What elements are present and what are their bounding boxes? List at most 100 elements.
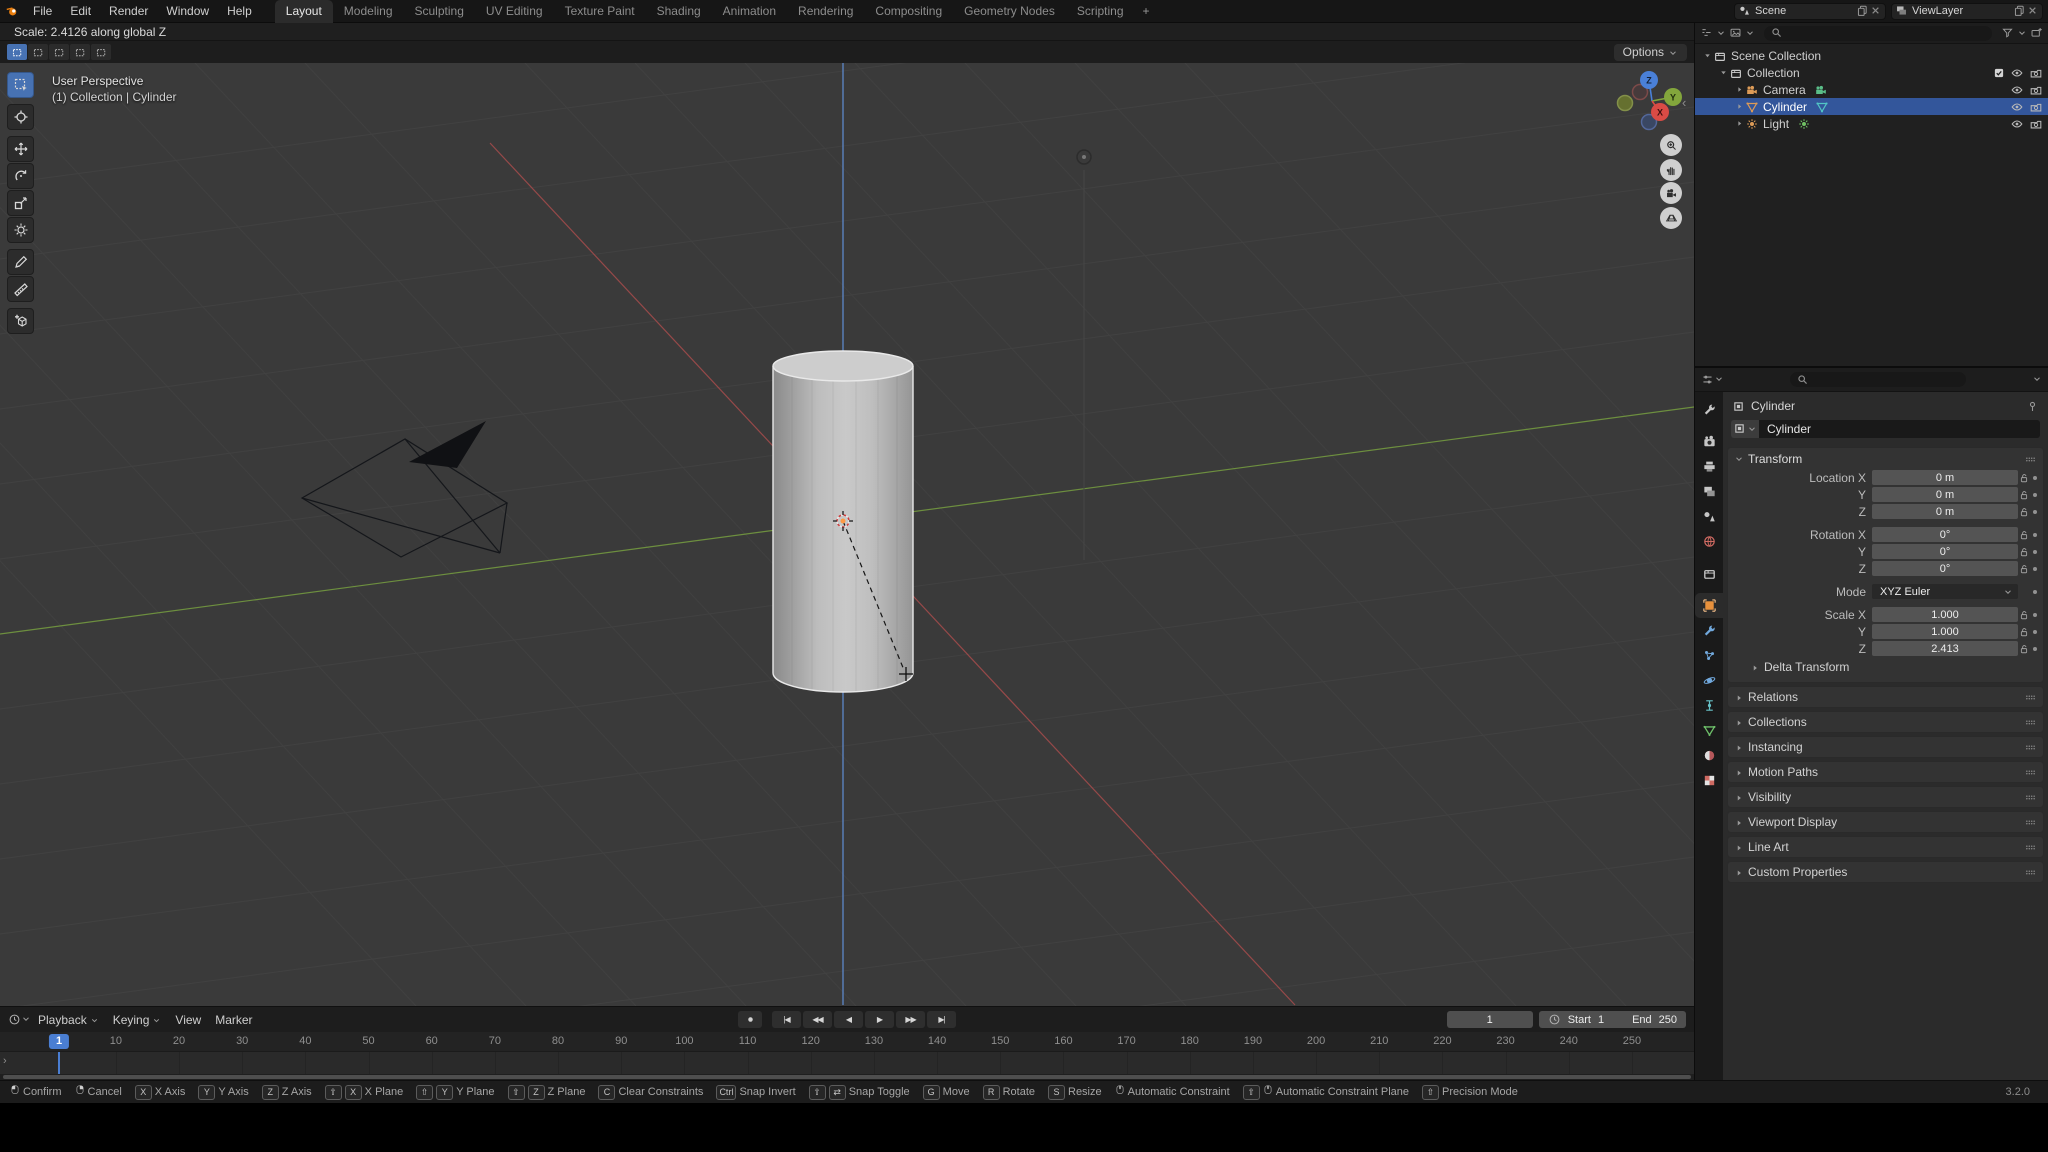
- timeline-menu-playback[interactable]: Playback: [31, 1013, 106, 1027]
- workspace-tab-texture-paint[interactable]: Texture Paint: [554, 0, 646, 23]
- pin-icon[interactable]: [2026, 399, 2039, 413]
- camera-view-button[interactable]: [1660, 182, 1682, 204]
- panel-visibility[interactable]: Visibility: [1727, 786, 2044, 808]
- workspace-tab-animation[interactable]: Animation: [712, 0, 787, 23]
- properties-tab-physics[interactable]: [1695, 668, 1723, 693]
- scene-selector[interactable]: Scene: [1734, 3, 1886, 20]
- workspace-tab-compositing[interactable]: Compositing: [864, 0, 953, 23]
- outliner-row-light[interactable]: Light: [1695, 115, 2048, 132]
- display-mode-icon[interactable]: [1729, 24, 1742, 42]
- eye-toggle-icon[interactable]: [2010, 99, 2024, 114]
- copy-icon[interactable]: [1856, 2, 1869, 20]
- workspace-tab-rendering[interactable]: Rendering: [787, 0, 864, 23]
- tool-move-button[interactable]: [7, 136, 34, 162]
- properties-tab-output[interactable]: [1695, 454, 1723, 479]
- panel-line-art[interactable]: Line Art: [1727, 836, 2044, 858]
- menu-edit[interactable]: Edit: [61, 0, 100, 22]
- start-value[interactable]: 1: [1598, 1014, 1604, 1026]
- tool-rotate-button[interactable]: [7, 163, 34, 189]
- panel-custom-properties[interactable]: Custom Properties: [1727, 861, 2044, 883]
- panel-collections[interactable]: Collections: [1727, 711, 2044, 733]
- add-workspace-button[interactable]: +: [1135, 0, 1158, 23]
- workspace-tab-layout[interactable]: Layout: [275, 0, 333, 23]
- jump-end-button[interactable]: ▶|: [927, 1011, 956, 1028]
- grip-icon[interactable]: [2024, 815, 2037, 829]
- properties-search-input[interactable]: [1790, 372, 1966, 387]
- next-keyframe-button[interactable]: ▶▶: [896, 1011, 925, 1028]
- animate-dot[interactable]: [2030, 550, 2039, 554]
- play-reverse-button[interactable]: ◀: [834, 1011, 863, 1028]
- workspace-tab-geometry-nodes[interactable]: Geometry Nodes: [953, 0, 1066, 23]
- viewport-canvas[interactable]: [0, 63, 1694, 1006]
- grip-icon[interactable]: [2024, 790, 2037, 804]
- value-field-rotation-x[interactable]: 0°: [1872, 527, 2018, 542]
- grip-icon[interactable]: [2024, 765, 2037, 779]
- tool-cursor-button[interactable]: [7, 104, 34, 130]
- jump-start-button[interactable]: |◀: [772, 1011, 801, 1028]
- workspace-tab-sculpting[interactable]: Sculpting: [404, 0, 475, 23]
- eye-toggle-icon[interactable]: [2010, 82, 2024, 97]
- tool-select-box-button[interactable]: [7, 72, 34, 98]
- workspace-tab-shading[interactable]: Shading: [646, 0, 712, 23]
- value-field-y[interactable]: 0°: [1872, 544, 2018, 559]
- animate-dot[interactable]: [2030, 510, 2039, 514]
- outliner-row-cylinder[interactable]: Cylinder: [1695, 98, 2048, 115]
- value-field-scale-x[interactable]: 1.000: [1872, 607, 2018, 622]
- camera-restrict-toggle-icon[interactable]: [2029, 116, 2043, 131]
- workspace-tab-modeling[interactable]: Modeling: [333, 0, 404, 23]
- select-mode-new[interactable]: [7, 44, 27, 60]
- pan-button[interactable]: [1660, 159, 1682, 181]
- tool-annotate-button[interactable]: [7, 249, 34, 275]
- prev-keyframe-button[interactable]: ◀◀: [803, 1011, 832, 1028]
- properties-tab-tool[interactable]: [1695, 397, 1723, 422]
- tool-transform-button[interactable]: [7, 217, 34, 243]
- properties-tab-object-data[interactable]: [1695, 718, 1723, 743]
- playhead[interactable]: 1: [49, 1034, 69, 1049]
- axis-neg-y-ball[interactable]: [1618, 96, 1633, 111]
- lock-icon[interactable]: [2018, 489, 2030, 501]
- ortho-toggle-button[interactable]: [1660, 207, 1682, 229]
- blender-logo-icon[interactable]: [0, 0, 24, 23]
- scrollbar-thumb[interactable]: [3, 1075, 1691, 1079]
- end-value[interactable]: 250: [1659, 1014, 1677, 1026]
- transform-panel-header[interactable]: Transform: [1728, 448, 2043, 469]
- properties-tab-constraints[interactable]: [1695, 693, 1723, 718]
- lock-icon[interactable]: [2018, 626, 2030, 638]
- menu-file[interactable]: File: [24, 0, 61, 22]
- outliner-row-collection[interactable]: Collection: [1695, 64, 2048, 81]
- grip-icon[interactable]: [2024, 690, 2037, 704]
- panel-relations[interactable]: Relations: [1727, 686, 2044, 708]
- frame-range-controls[interactable]: Start 1 End 250: [1539, 1011, 1686, 1028]
- eye-toggle-icon[interactable]: [2010, 116, 2024, 131]
- value-field-z[interactable]: 0°: [1872, 561, 2018, 576]
- properties-tab-particles[interactable]: [1695, 643, 1723, 668]
- id-type-button[interactable]: [1731, 420, 1759, 438]
- value-field-location-x[interactable]: 0 m: [1872, 470, 2018, 485]
- menu-window[interactable]: Window: [157, 0, 218, 22]
- grip-icon[interactable]: [2024, 840, 2037, 854]
- menu-help[interactable]: Help: [218, 0, 261, 22]
- current-frame-field[interactable]: 1: [1447, 1011, 1533, 1028]
- lock-icon[interactable]: [2018, 529, 2030, 541]
- zoom-button[interactable]: [1660, 134, 1682, 156]
- navigation-gizmo[interactable]: Z Y X: [1614, 63, 1690, 139]
- animate-dot[interactable]: [2030, 476, 2039, 480]
- viewlayer-selector[interactable]: ViewLayer: [1891, 3, 2043, 20]
- timeline-menu-marker[interactable]: Marker: [208, 1013, 259, 1027]
- properties-tab-render[interactable]: [1695, 429, 1723, 454]
- properties-tab-modifiers[interactable]: [1695, 618, 1723, 643]
- lock-icon[interactable]: [2018, 643, 2030, 655]
- properties-tab-view-layer[interactable]: [1695, 479, 1723, 504]
- panel-instancing[interactable]: Instancing: [1727, 736, 2044, 758]
- properties-tab-texture[interactable]: [1695, 768, 1723, 793]
- workspace-tab-uv-editing[interactable]: UV Editing: [475, 0, 554, 23]
- menu-render[interactable]: Render: [100, 0, 157, 22]
- value-field-z[interactable]: 2.413: [1872, 641, 2018, 656]
- record-button[interactable]: [738, 1011, 762, 1028]
- lock-icon[interactable]: [2018, 546, 2030, 558]
- checkbox-toggle-icon[interactable]: [1993, 65, 2005, 79]
- camera-restrict-toggle-icon[interactable]: [2029, 65, 2043, 80]
- options-chevron-icon[interactable]: [2032, 371, 2042, 389]
- grip-icon[interactable]: [2024, 740, 2037, 754]
- tool-measure-button[interactable]: [7, 276, 34, 302]
